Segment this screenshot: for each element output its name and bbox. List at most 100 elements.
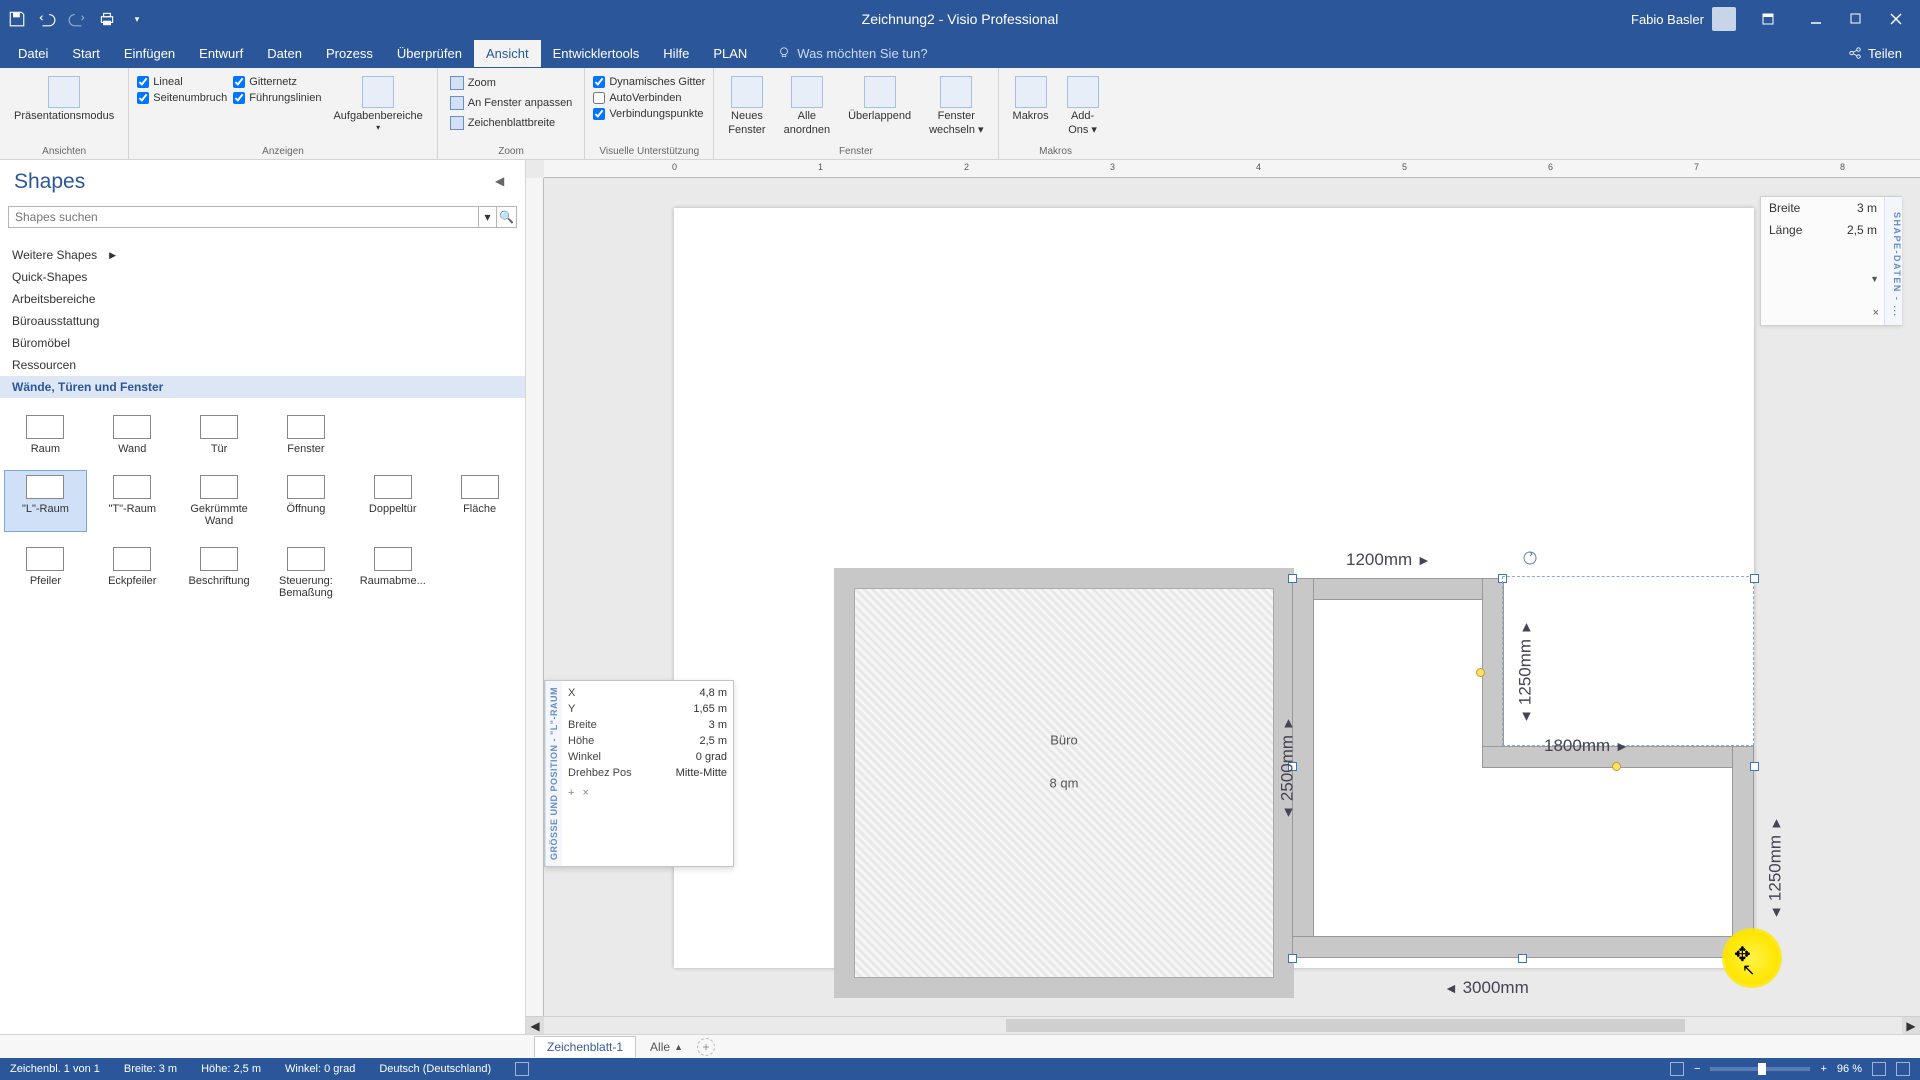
sp-add-icon[interactable]: + [568,787,574,799]
zoom-item[interactable]: Zeichenblattbreite [446,114,577,132]
zoom-item[interactable]: An Fenster anpassen [446,94,577,112]
window-button[interactable]: NeuesFenster [722,72,771,140]
shape-master[interactable]: Eckpfeiler [91,542,174,604]
shape-master[interactable]: "L"-Raum [4,470,87,532]
shape-master[interactable]: "T"-Raum [91,470,174,532]
stencil-item[interactable]: Weitere Shapes▶ [0,244,525,266]
checkbox-autoverbinden[interactable]: AutoVerbinden [593,92,705,104]
shape-master[interactable]: Fenster [265,410,348,460]
tell-me-input[interactable] [797,46,977,61]
ribbon-display-icon[interactable] [1752,7,1784,31]
print-icon[interactable] [98,10,116,28]
sp-row[interactable]: Breite3 m [568,717,727,733]
room-buero[interactable]: Büro 8 qm [834,568,1294,998]
sp-row[interactable]: Drehbez PosMitte-Mitte [568,765,727,781]
menu-daten[interactable]: Daten [255,40,314,67]
sp-row[interactable]: Winkel0 grad [568,749,727,765]
menu-entwicklertools[interactable]: Entwicklertools [541,40,652,67]
zoom-in-icon[interactable]: + [1820,1063,1826,1075]
fit-window-icon[interactable] [1872,1062,1886,1076]
add-page-button[interactable]: + [697,1038,715,1056]
search-go-icon[interactable]: 🔍 [497,206,517,228]
sd-close-icon[interactable]: × [1873,307,1879,319]
window-button[interactable]: Fensterwechseln ▾ [923,72,989,140]
menu-plan[interactable]: PLAN [701,40,759,67]
rotate-handle-icon[interactable] [1522,550,1538,566]
menu-start[interactable]: Start [60,40,111,67]
checkbox-führungslinien[interactable]: Führungslinien [233,92,321,104]
stencil-item[interactable]: Büroausstattung [0,310,525,332]
shape-master[interactable]: Öffnung [265,470,348,532]
menu-datei[interactable]: Datei [6,40,60,67]
shape-master[interactable]: Raum [4,410,87,460]
shape-master[interactable]: Fläche [438,470,521,532]
checkbox-gitternetz[interactable]: Gitternetz [233,76,321,88]
zoom-slider[interactable] [1710,1067,1810,1071]
stencil-item[interactable]: Ressourcen [0,354,525,376]
shape-master[interactable]: Wand [91,410,174,460]
stencil-item[interactable]: Quick-Shapes [0,266,525,288]
user-account[interactable]: Fabio Basler [1631,7,1736,31]
save-icon[interactable] [8,10,26,28]
shape-master[interactable]: Raumabme... [351,542,434,604]
shape-master[interactable]: Steuerung: Bemaßung [265,542,348,604]
menu-entwurf[interactable]: Entwurf [187,40,255,67]
macros-button[interactable]: Add-Ons ▾ [1061,72,1105,140]
page-tab[interactable]: Zeichenblatt-1 [534,1036,636,1057]
menu-einfügen[interactable]: Einfügen [112,40,187,67]
menu-überprüfen[interactable]: Überprüfen [385,40,474,67]
undo-icon[interactable] [38,10,56,28]
menu-prozess[interactable]: Prozess [314,40,385,67]
status-language[interactable]: Deutsch (Deutschland) [379,1063,491,1075]
sd-expand-icon[interactable]: ▼ [1870,274,1879,284]
zoom-level[interactable]: 96 % [1837,1063,1862,1075]
shape-master[interactable]: Gekrümmte Wand [178,470,261,532]
zoom-out-icon[interactable]: − [1694,1063,1700,1075]
close-button[interactable] [1880,7,1912,31]
checkbox-seitenumbruch[interactable]: Seitenumbruch [137,92,227,104]
window-button[interactable]: Überlappend [842,72,917,128]
collapse-panel-icon[interactable]: ◀ [495,174,511,190]
scroll-left-icon[interactable]: ◀ [526,1017,544,1034]
view-mode-icon[interactable] [1670,1062,1684,1076]
tell-me-search[interactable] [769,42,985,65]
stencil-item[interactable]: Büromöbel [0,332,525,354]
zoom-item[interactable]: Zoom [446,74,577,92]
all-pages-button[interactable]: Alle ▲ [642,1040,691,1054]
redo-icon[interactable] [68,10,86,28]
presentation-mode-button[interactable]: Präsentationsmodus [8,72,120,126]
stencil-item[interactable]: Wände, Türen und Fenster [0,376,525,398]
shape-master[interactable]: Tür [178,410,261,460]
shape-master[interactable]: Doppeltür [351,470,434,532]
checkbox-lineal[interactable]: Lineal [137,76,227,88]
macros-button[interactable]: Makros [1007,72,1055,128]
minimize-button[interactable] [1800,7,1832,31]
maximize-button[interactable] [1840,7,1872,31]
switch-window-icon[interactable] [1896,1062,1910,1076]
window-button[interactable]: Alleanordnen [778,72,837,140]
size-position-panel[interactable]: GRÖSSE UND POSITION - "L"-RAUM X4,8 mY1,… [544,680,734,867]
checkbox-verbindungspunkte[interactable]: Verbindungspunkte [593,108,705,120]
sd-row[interactable]: Breite3 m [1761,197,1901,219]
drawing-page[interactable]: Büro 8 qm [674,208,1754,968]
sp-close-icon[interactable]: × [582,787,588,799]
drawing-surface[interactable]: Büro 8 qm [544,178,1920,1016]
scroll-thumb[interactable] [1006,1019,1685,1032]
macro-record-icon[interactable] [515,1062,529,1076]
menu-hilfe[interactable]: Hilfe [651,40,701,67]
sp-row[interactable]: Y1,65 m [568,701,727,717]
shapes-search-input[interactable] [8,206,479,228]
task-panes-button[interactable]: Aufgabenbereiche▾ [327,72,428,137]
stencil-item[interactable]: Arbeitsbereiche [0,288,525,310]
shape-data-panel[interactable]: Breite3 mLänge2,5 m SHAPE-DATEN - ... ▼ … [1760,196,1902,326]
share-button[interactable]: Teilen [1836,42,1914,65]
scroll-right-icon[interactable]: ▶ [1902,1017,1920,1034]
sp-row[interactable]: Höhe2,5 m [568,733,727,749]
sd-row[interactable]: Länge2,5 m [1761,219,1901,241]
shape-master[interactable]: Pfeiler [4,542,87,604]
menu-ansicht[interactable]: Ansicht [474,40,541,67]
checkbox-dynamisches-gitter[interactable]: Dynamisches Gitter [593,76,705,88]
shape-master[interactable]: Beschriftung [178,542,261,604]
sp-row[interactable]: X4,8 m [568,685,727,701]
search-dropdown-icon[interactable]: ▾ [479,206,497,228]
